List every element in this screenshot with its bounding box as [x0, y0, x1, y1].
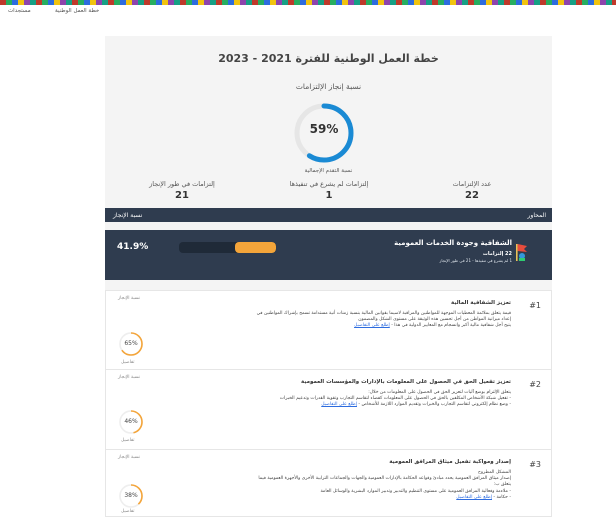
commitment-title: إصدار ومواكبة تفعيل ميثاق المرافق العموم… [389, 459, 511, 465]
stat-total-commitments: عدد الإلتزامات 22 [397, 180, 547, 201]
page-subtitle: نسبة إنجاز الإلتزامات [295, 82, 362, 91]
details-link[interactable]: تفاصيل [121, 509, 135, 514]
axes-table-header: المحاور نسبة الإنجاز [105, 208, 552, 222]
top-color-stripe [0, 0, 616, 5]
stat-not-started-value: 1 [325, 190, 333, 201]
commitment-number: #3 [529, 460, 541, 469]
view-details-link[interactable]: إطلع على التفاصيل [354, 323, 390, 328]
commitment-title: تعزيز الشفافية المالية [450, 300, 511, 306]
commitment-card: #2 تعزيز تفعيل الحق في الحصول على المعلو… [105, 369, 552, 453]
overall-progress-ring: 59% [291, 100, 357, 166]
commitment-progress-ring: 46% [118, 409, 144, 435]
details-link[interactable]: تفاصيل [121, 360, 135, 365]
view-details-link[interactable]: إطلع على التفاصيل [456, 495, 492, 500]
stat-not-started-label: إلتزامات لم يشرع في تنفيذها [289, 180, 369, 188]
stat-in-progress: إلتزامات في طور الإنجاز 21 [107, 180, 257, 201]
axis-name: الشفافية وجودة الخدمات العمومية [394, 239, 512, 247]
stat-total-value: 22 [465, 190, 479, 201]
axis-progress-value: 41.9% [117, 242, 149, 252]
axes-column-header: المحاور [527, 212, 546, 219]
commitment-progress-ring: 38% [118, 483, 144, 509]
details-link[interactable]: تفاصيل [121, 438, 135, 443]
commitment-number: #1 [529, 301, 541, 310]
commitment-card: #1 تعزيز الشفافية المالية قيمة يتعلق بمل… [105, 290, 552, 371]
axis-card[interactable]: الشفافية وجودة الخدمات العمومية 22 إلتزا… [105, 230, 552, 280]
axis-progress-bar [179, 242, 276, 253]
nav-national-plan-link[interactable]: خطة العمل الوطنية [55, 8, 99, 14]
completion-column-header: نسبة الإنجاز [113, 212, 143, 219]
commitment-progress-ring: 65% [118, 331, 144, 357]
commitment-body-text: يتعلق الإلتزام بوضع آليات لتعزيز الحق في… [279, 390, 511, 408]
commitment-description: يتعلق الإلتزام بوضع آليات لتعزيز الحق في… [279, 390, 511, 408]
commitment-card: #3 إصدار ومواكبة تفعيل ميثاق المرافق الع… [105, 449, 552, 517]
commitment-number: #2 [529, 380, 541, 389]
overall-progress-label: نسبة التقدم الإجمالية [304, 168, 353, 174]
progress-label: نسبة الإنجاز [118, 455, 140, 460]
nav-updates-link[interactable]: مستجدات [8, 8, 31, 14]
axis-progress-fill [235, 242, 276, 253]
top-navigation: خطة العمل الوطنية مستجدات [0, 8, 616, 22]
commitment-title: تعزيز تفعيل الحق في الحصول على المعلومات… [301, 379, 511, 385]
progress-label: نسبة الإنجاز [118, 296, 140, 301]
progress-label: نسبة الإنجاز [118, 375, 140, 380]
main-content: خطة العمل الوطنية للفترة 2021 - 2023 نسب… [105, 36, 552, 517]
stat-total-label: عدد الإلتزامات [452, 180, 492, 188]
page-title: خطة العمل الوطنية للفترة 2021 - 2023 [218, 52, 439, 65]
overall-progress-value: 59% [309, 122, 339, 136]
commitment-description: قيمة يتعلق بملائمة المعطيات الموجهة للمو… [256, 311, 511, 329]
flag-icon [516, 244, 527, 261]
commitment-description: المشكل المطروح إصدار ميثاق المرافق العمو… [258, 470, 511, 500]
axis-status-detail: 1 لم يشرع في تنفيذها - 21 في طور الإنجاز [439, 258, 512, 263]
commitment-progress-value: 38% [124, 492, 138, 499]
stat-not-started: إلتزامات لم يشرع في تنفيذها 1 [254, 180, 404, 201]
axis-commitment-count: 22 إلتزامات [482, 251, 512, 257]
stat-in-progress-label: إلتزامات في طور الإنجاز [149, 180, 215, 188]
stat-in-progress-value: 21 [175, 190, 189, 201]
commitment-progress-value: 46% [124, 418, 138, 425]
view-details-link[interactable]: إطلع على التفاصيل [321, 402, 357, 407]
commitment-progress-value: 65% [124, 340, 138, 347]
